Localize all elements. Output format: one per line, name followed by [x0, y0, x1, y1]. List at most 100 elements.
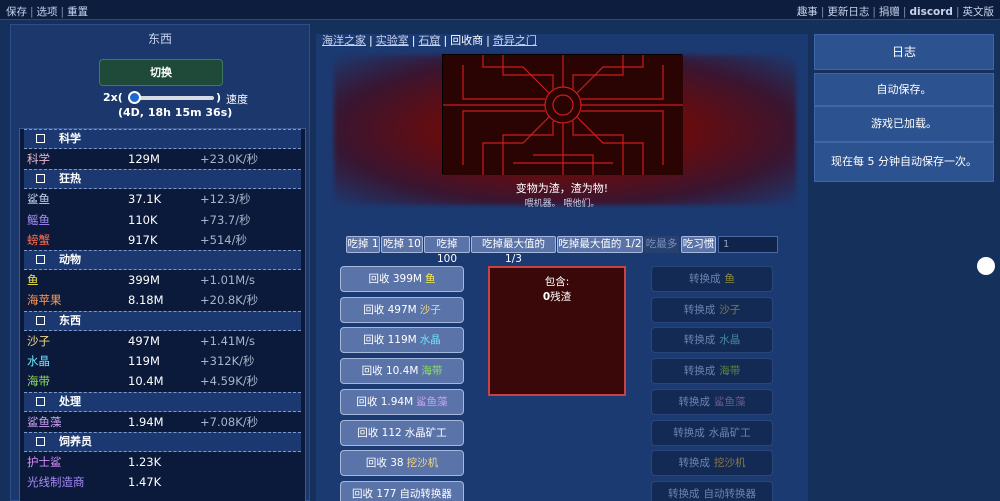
- convert-button[interactable]: 转换成 水晶矿工: [651, 419, 773, 446]
- discord-link[interactable]: discord: [909, 6, 953, 18]
- resource-name: 光线制造商: [27, 475, 85, 490]
- resource-rate: +12.3/秒: [200, 192, 251, 207]
- convert-item: 沙子: [719, 303, 741, 316]
- main-panel: 海洋之家 | 实验室 | 石窟 | 回收商 | 奇异之门 变物为渣，渣为物! 喂机器。 喂他们。…: [316, 34, 808, 501]
- resource-row: 螃蟹 917K +514/秒: [20, 230, 305, 250]
- resource-name: 海苹果: [27, 293, 62, 308]
- top-bar: 保存 | 选项 | 重置 趣事 | 更新日志 | 捐赠 | discord | 英文版: [0, 0, 1000, 20]
- recycle-item: 鲨鱼藻: [416, 395, 448, 408]
- recycle-amount: 回收 10.4M: [361, 365, 419, 378]
- eat-amount-input[interactable]: 1: [718, 236, 778, 253]
- log-title: 日志: [814, 34, 994, 70]
- convert-item: 自动转换器: [703, 487, 757, 500]
- convert-button[interactable]: 转换成 水晶: [651, 327, 773, 354]
- convert-button[interactable]: 转换成 鲨鱼藻: [651, 388, 773, 415]
- container-label: 包含:: [544, 276, 570, 288]
- convert-button[interactable]: 转换成 自动转换器: [651, 480, 773, 501]
- collapse-checkbox[interactable]: [36, 315, 45, 325]
- speed-slider-handle[interactable]: [128, 91, 141, 104]
- avatar[interactable]: [977, 257, 995, 275]
- recycle-amount: 回收 112: [357, 426, 402, 439]
- tab-2[interactable]: 石窟: [418, 34, 440, 47]
- section-header[interactable]: 动物: [24, 250, 301, 271]
- recycle-button[interactable]: 回收 177 自动转换器: [340, 480, 464, 501]
- recycle-button[interactable]: 回收 10.4M 海带: [340, 358, 464, 385]
- resource-amount: 8.18M: [128, 293, 164, 308]
- convert-item: 挖沙机: [714, 457, 746, 470]
- recycle-button[interactable]: 回收 1.94M 鲨鱼藻: [340, 388, 464, 415]
- changelog-link[interactable]: 更新日志: [827, 6, 869, 18]
- resource-rate: +4.59K/秒: [200, 374, 259, 389]
- convert-item: 水晶矿工: [708, 426, 751, 439]
- eat-button-6[interactable]: 吃习惯: [681, 236, 716, 253]
- resource-row: 水晶 119M +312K/秒: [20, 351, 305, 371]
- recycle-button[interactable]: 回收 497M 沙子: [340, 296, 464, 323]
- eat-button-1[interactable]: 吃掉 10: [381, 236, 423, 253]
- tab-separator: |: [369, 34, 373, 47]
- section-title: 科学: [59, 132, 81, 145]
- resource-row: 鲨鱼 37.1K +12.3/秒: [20, 189, 305, 209]
- eat-button-4[interactable]: 吃掉最大值的 1/2: [557, 236, 643, 253]
- convert-button[interactable]: 转换成鱼: [651, 266, 773, 292]
- speed-control: 2x( ) 速度: [103, 91, 263, 106]
- recycle-button[interactable]: 回收 119M 水晶: [340, 327, 464, 354]
- resource-name: 鳐鱼: [27, 212, 50, 227]
- save-link[interactable]: 保存: [6, 6, 27, 18]
- resource-rate: +1.41M/s: [200, 333, 256, 348]
- recycle-button[interactable]: 回收 112 水晶矿工: [340, 419, 464, 446]
- tab-1[interactable]: 实验室: [376, 34, 409, 47]
- convert-button[interactable]: 转换成 挖沙机: [651, 450, 773, 477]
- section-header[interactable]: 处理: [24, 391, 301, 412]
- collapse-checkbox[interactable]: [36, 396, 45, 406]
- section-header[interactable]: 科学: [24, 129, 301, 149]
- resource-row: 鲨鱼藻 1.94M +7.08K/秒: [20, 412, 305, 432]
- resource-row: 科学 129M +23.0K/秒: [20, 149, 305, 169]
- convert-button[interactable]: 转换成 海带: [651, 358, 773, 385]
- tab-3[interactable]: 回收商: [450, 34, 483, 47]
- tab-0[interactable]: 海洋之家: [322, 34, 366, 47]
- recycle-item: 鱼: [424, 273, 436, 285]
- section-title: 饲养员: [59, 434, 92, 448]
- resource-name: 科学: [27, 152, 50, 166]
- speed-multiplier: 2x(: [103, 91, 123, 104]
- resource-name: 海带: [27, 374, 50, 389]
- convert-button[interactable]: 转换成 沙子: [651, 296, 773, 323]
- section-title: 东西: [59, 313, 81, 327]
- recycler-tagline: 变物为渣，渣为物!: [515, 182, 609, 195]
- fun-link[interactable]: 趣事: [797, 6, 818, 18]
- collapse-checkbox[interactable]: [36, 255, 45, 265]
- scrap-container: 包含: 0残渣: [488, 266, 626, 396]
- donate-link[interactable]: 捐赠: [879, 6, 900, 18]
- tab-separator: |: [411, 34, 416, 47]
- convert-prefix: 转换成: [678, 395, 711, 408]
- collapse-checkbox[interactable]: [36, 174, 45, 184]
- stuff-panel: 东西 切换 2x( ) 速度 (4D, 18h 15m 36s) 科学 科学 129…: [10, 24, 310, 501]
- eat-button-0[interactable]: 吃掉 1: [346, 236, 380, 253]
- recycle-button[interactable]: 回收 38 挖沙机: [340, 450, 464, 477]
- resource-rate: +514/秒: [200, 232, 247, 247]
- section-header[interactable]: 饲养员: [24, 431, 301, 452]
- collapse-checkbox[interactable]: [36, 436, 45, 446]
- options-link[interactable]: 选项: [37, 6, 58, 18]
- eat-button-3[interactable]: 吃掉最大值的 1/3: [471, 236, 556, 265]
- resource-amount: 497M: [128, 333, 160, 348]
- collapse-checkbox[interactable]: [36, 134, 45, 143]
- log-panel: 日志 自动保存。 游戏已加载。 现在每 5 分钟自动保存一次。: [814, 34, 994, 501]
- eat-button-2[interactable]: 吃掉 100: [424, 236, 470, 265]
- reset-link[interactable]: 重置: [67, 6, 88, 18]
- tab-4[interactable]: 奇异之门: [493, 34, 537, 47]
- section-title: 动物: [59, 253, 81, 267]
- toggle-button[interactable]: 切换: [99, 59, 223, 86]
- section-header[interactable]: 东西: [24, 310, 301, 331]
- english-version-link[interactable]: 英文版: [963, 6, 995, 18]
- resource-row: 沙子 497M +1.41M/s: [20, 331, 305, 351]
- tab-separator: |: [443, 34, 448, 47]
- resource-amount: 119M: [128, 354, 160, 369]
- resource-amount: 10.4M: [128, 374, 164, 389]
- eat-button-5[interactable]: 吃最多: [644, 236, 679, 253]
- resource-list: 科学 科学 129M +23.0K/秒 狂热 鲨鱼 37.1K +12.3/秒 鳐鱼 110K +7…: [19, 128, 306, 501]
- resource-row: 护士鲨 1.23K: [20, 452, 305, 472]
- resource-amount: 399M: [128, 273, 160, 288]
- recycle-button[interactable]: 回收 399M 鱼: [340, 266, 464, 292]
- section-header[interactable]: 狂热: [24, 169, 301, 190]
